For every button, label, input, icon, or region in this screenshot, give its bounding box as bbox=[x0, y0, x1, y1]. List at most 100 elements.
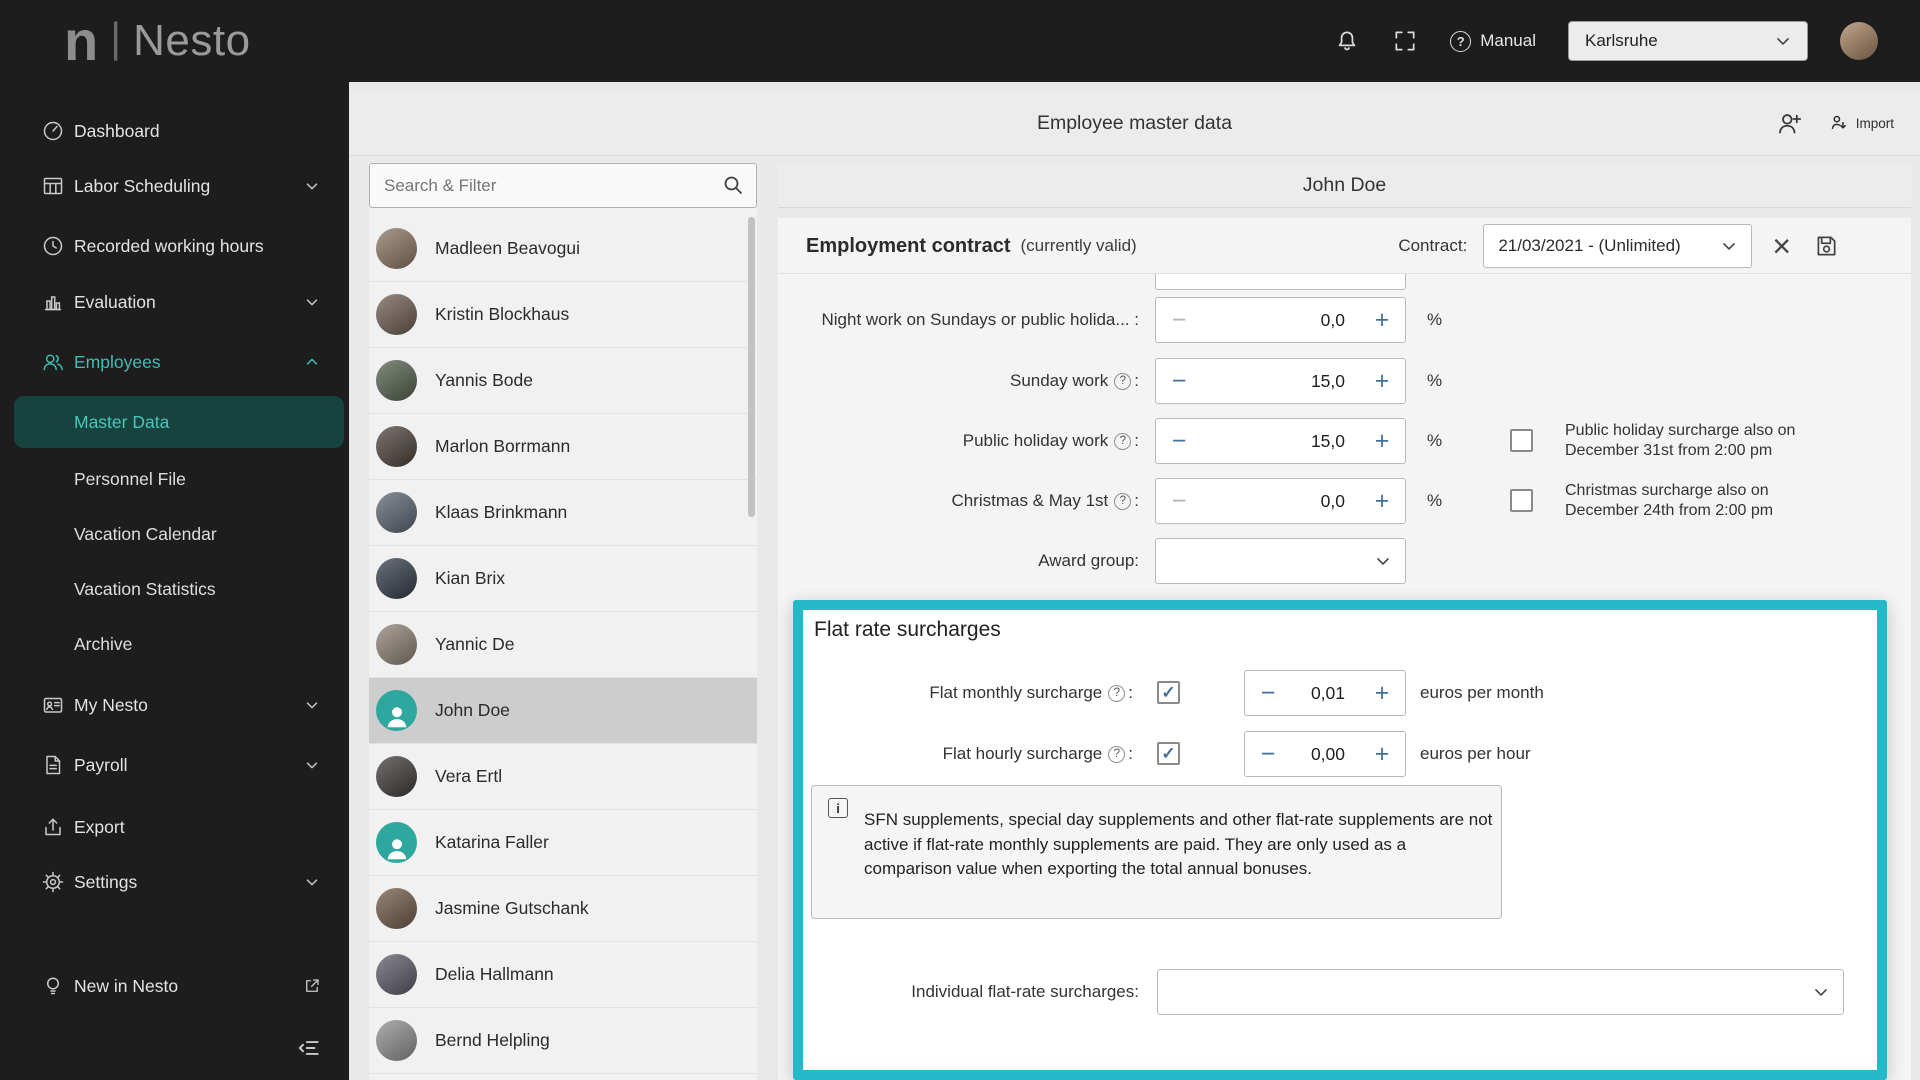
external-link-icon bbox=[303, 977, 321, 995]
employee-name: Jasmine Gutschank bbox=[435, 898, 589, 919]
chevron-down-icon bbox=[303, 756, 321, 774]
contract-controls: Contract: 21/03/2021 - (Unlimited) × bbox=[1398, 218, 1839, 274]
help-icon[interactable]: ? bbox=[1114, 433, 1131, 450]
sidebar-item-label: Employees bbox=[74, 340, 161, 384]
user-avatar[interactable] bbox=[1840, 22, 1878, 60]
employee-row[interactable]: Kian Brix bbox=[369, 546, 757, 612]
sidebar-subitem-label: Master Data bbox=[74, 396, 169, 448]
sidebar-item-label: Evaluation bbox=[74, 280, 156, 324]
nesto-logo: n | Nesto bbox=[64, 0, 251, 82]
increase-button[interactable]: + bbox=[1359, 679, 1405, 708]
sidebar-item-dashboard[interactable]: Dashboard bbox=[0, 109, 349, 153]
sidebar-item-vacation-calendar[interactable]: Vacation Calendar bbox=[0, 512, 349, 556]
flat-monthly-checkbox[interactable]: ✓ bbox=[1157, 681, 1180, 704]
help-icon[interactable]: ? bbox=[1114, 373, 1131, 390]
location-select[interactable]: Karlsruhe bbox=[1568, 21, 1808, 61]
contract-form: Employment contract (currently valid) Co… bbox=[778, 218, 1911, 1080]
stepper-value[interactable]: 0,01 bbox=[1291, 683, 1359, 704]
list-scrollbar[interactable] bbox=[748, 217, 755, 517]
increase-button[interactable]: + bbox=[1359, 487, 1405, 516]
contract-select[interactable]: 21/03/2021 - (Unlimited) bbox=[1483, 224, 1752, 268]
increase-button[interactable]: + bbox=[1359, 306, 1405, 335]
notifications-bell-icon[interactable] bbox=[1334, 28, 1360, 54]
flat-hourly-checkbox[interactable]: ✓ bbox=[1157, 742, 1180, 765]
award-group-select[interactable] bbox=[1155, 538, 1406, 584]
increase-button[interactable]: + bbox=[1359, 367, 1405, 396]
award-group-row: Award group: bbox=[778, 538, 1911, 584]
search-icon[interactable] bbox=[721, 173, 745, 197]
stepper-value[interactable]: 0,0 bbox=[1202, 491, 1359, 512]
employee-row[interactable]: Katarina Faller bbox=[369, 810, 757, 876]
employee-name: Madleen Beavogui bbox=[435, 238, 580, 259]
individual-surcharges-select[interactable] bbox=[1157, 969, 1844, 1015]
fullscreen-icon[interactable] bbox=[1392, 28, 1418, 54]
sidebar-item-vacation-statistics[interactable]: Vacation Statistics bbox=[0, 567, 349, 611]
checkbox-note: Christmas surcharge also on December 24t… bbox=[1565, 478, 1817, 524]
check-icon: ✓ bbox=[1161, 684, 1175, 701]
employee-row[interactable]: Delia Hallmann bbox=[369, 942, 757, 1008]
employee-row[interactable]: Vera Ertl bbox=[369, 744, 757, 810]
decrease-button[interactable]: − bbox=[1156, 427, 1202, 456]
employee-avatar-placeholder bbox=[376, 690, 417, 731]
sidebar-item-evaluation[interactable]: Evaluation bbox=[0, 280, 349, 324]
employee-row[interactable]: Marlon Borrmann bbox=[369, 414, 757, 480]
sidebar-item-archive[interactable]: Archive bbox=[0, 622, 349, 666]
public-holiday-surcharge-checkbox[interactable] bbox=[1510, 429, 1533, 452]
christmas-surcharge-checkbox[interactable] bbox=[1510, 489, 1533, 512]
decrease-button[interactable]: − bbox=[1156, 306, 1202, 335]
logo-letter: n bbox=[64, 13, 98, 69]
employee-row-selected[interactable]: John Doe bbox=[369, 678, 757, 744]
import-button[interactable]: Import bbox=[1829, 113, 1894, 134]
sidebar-item-personnel-file[interactable]: Personnel File bbox=[0, 457, 349, 501]
save-icon[interactable] bbox=[1813, 233, 1839, 259]
employee-row[interactable]: Klaas Brinkmann bbox=[369, 480, 757, 546]
sidebar-item-export[interactable]: Export bbox=[0, 805, 349, 849]
help-icon[interactable]: ? bbox=[1114, 493, 1131, 510]
christmas-stepper: − 0,0 + bbox=[1155, 478, 1406, 524]
location-value: Karlsruhe bbox=[1585, 31, 1658, 51]
lightbulb-icon bbox=[41, 974, 65, 998]
sidebar-item-employees[interactable]: Employees bbox=[0, 340, 349, 384]
colon: : bbox=[1128, 744, 1133, 764]
employee-row[interactable]: Kristin Blockhaus bbox=[369, 282, 757, 348]
employee-row[interactable]: Yannic De bbox=[369, 612, 757, 678]
stepper-value[interactable]: 15,0 bbox=[1202, 431, 1359, 452]
contract-value: 21/03/2021 - (Unlimited) bbox=[1498, 236, 1680, 256]
employee-avatar bbox=[376, 360, 417, 401]
increase-button[interactable]: + bbox=[1359, 740, 1405, 769]
sidebar-item-new-in-nesto[interactable]: New in Nesto bbox=[0, 964, 349, 1008]
employee-avatar bbox=[376, 1020, 417, 1061]
stepper-value[interactable]: 0,00 bbox=[1291, 744, 1359, 765]
public-holiday-stepper: − 15,0 + bbox=[1155, 418, 1406, 464]
help-icon[interactable]: ? bbox=[1108, 746, 1125, 763]
sidebar-item-label: New in Nesto bbox=[74, 964, 178, 1008]
decrease-button[interactable]: − bbox=[1245, 679, 1291, 708]
decrease-button[interactable]: − bbox=[1156, 487, 1202, 516]
sidebar-item-recorded-working-hours[interactable]: Recorded working hours bbox=[0, 224, 349, 268]
sidebar-item-label: Dashboard bbox=[74, 109, 160, 153]
employee-row[interactable]: Madleen Beavogui bbox=[369, 216, 757, 282]
sidebar-item-master-data[interactable]: Master Data bbox=[14, 396, 344, 448]
increase-button[interactable]: + bbox=[1359, 427, 1405, 456]
employee-name-title: John Doe bbox=[1303, 174, 1386, 197]
search-input[interactable] bbox=[369, 163, 757, 208]
sidebar-item-my-nesto[interactable]: My Nesto bbox=[0, 683, 349, 727]
individual-surcharges-row: Individual flat-rate surcharges: bbox=[803, 969, 1877, 1015]
sidebar-item-settings[interactable]: Settings bbox=[0, 860, 349, 904]
sidebar-item-labor-scheduling[interactable]: Labor Scheduling bbox=[0, 164, 349, 208]
stepper-value[interactable]: 0,0 bbox=[1202, 310, 1359, 331]
employee-row[interactable]: Bernd Helpling bbox=[369, 1008, 757, 1074]
add-employee-icon[interactable] bbox=[1776, 110, 1803, 137]
employee-row[interactable]: Jasmine Gutschank bbox=[369, 876, 757, 942]
manual-help-button[interactable]: ? Manual bbox=[1450, 31, 1536, 52]
decrease-button[interactable]: − bbox=[1156, 367, 1202, 396]
stepper-value[interactable]: 15,0 bbox=[1202, 371, 1359, 392]
employee-row[interactable]: Yannis Bode bbox=[369, 348, 757, 414]
help-icon[interactable]: ? bbox=[1108, 685, 1125, 702]
decrease-button[interactable]: − bbox=[1245, 740, 1291, 769]
sidebar-item-payroll[interactable]: Payroll bbox=[0, 743, 349, 787]
main-content: Employee master data Import Madleen Beav… bbox=[349, 82, 1920, 1080]
info-note: i SFN supplements, special day supplemen… bbox=[811, 785, 1502, 919]
sidebar-collapse-icon[interactable] bbox=[296, 1035, 322, 1061]
close-icon[interactable]: × bbox=[1772, 230, 1791, 262]
